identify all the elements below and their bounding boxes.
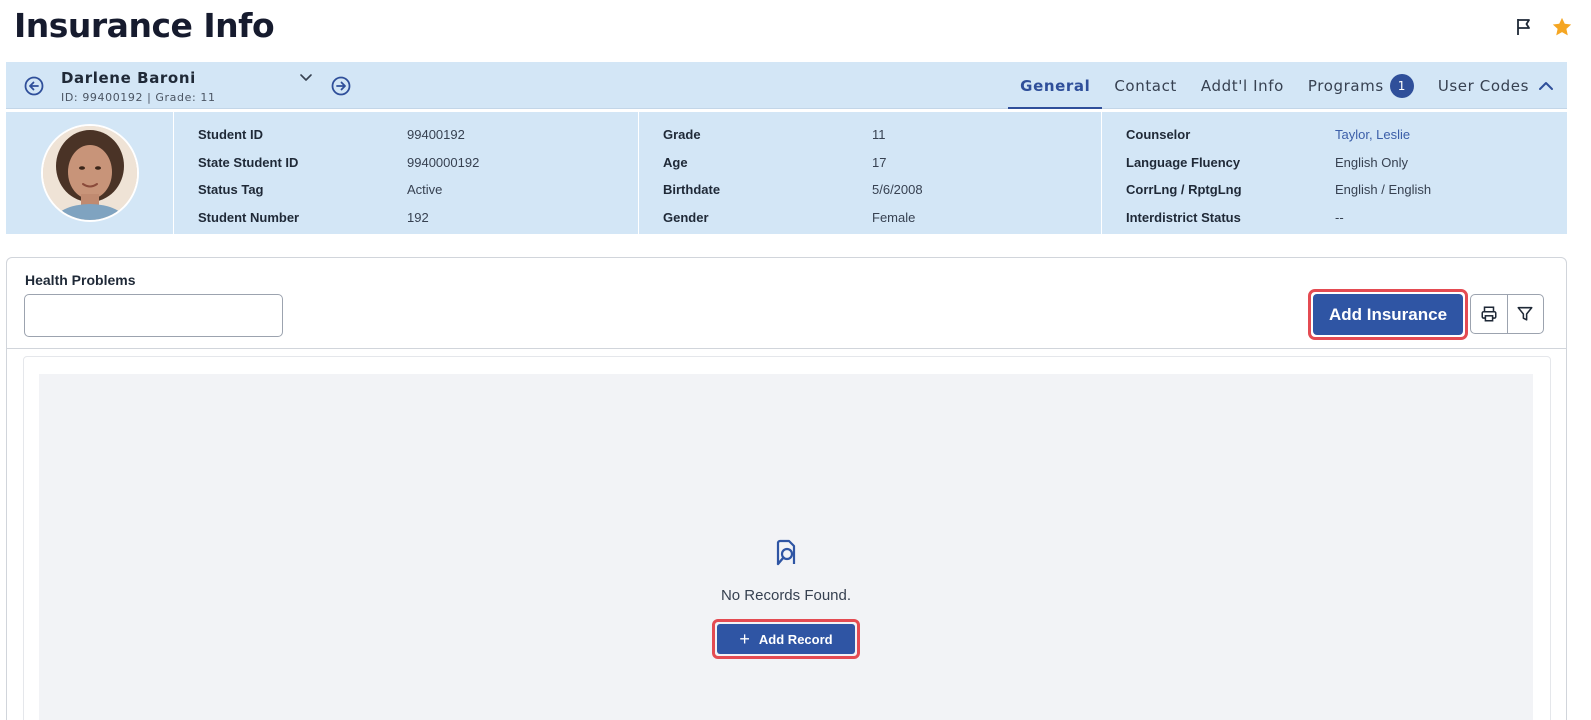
info-row: Gender Female	[663, 204, 1101, 232]
tab-general[interactable]: General	[1008, 62, 1103, 109]
chevron-up-icon[interactable]	[1537, 77, 1555, 95]
print-icon[interactable]	[1471, 295, 1508, 333]
tab-label: Addt'l Info	[1200, 76, 1284, 95]
info-row: Grade 11	[663, 121, 1101, 149]
student-meta: ID: 99400192 | Grade: 11	[61, 91, 216, 104]
empty-state: No Records Found. + Add Record	[39, 374, 1533, 720]
info-label: Status Tag	[198, 182, 264, 198]
info-value: English Only	[1335, 154, 1408, 170]
info-value: Female	[872, 209, 916, 225]
info-label: Language Fluency	[1126, 154, 1241, 170]
info-label: Grade	[663, 127, 701, 143]
add-record-highlight: + Add Record	[712, 619, 860, 659]
flag-icon[interactable]	[1513, 16, 1535, 38]
avatar	[40, 124, 139, 222]
info-row: Birthdate 5/6/2008	[663, 176, 1101, 204]
info-row: State Student ID 9940000192	[198, 149, 638, 177]
tab-label: User Codes	[1437, 76, 1529, 95]
info-column-1: Student ID 99400192 State Student ID 99400…	[174, 112, 639, 234]
page-title: Insurance Info	[14, 6, 275, 45]
tab-label: Programs	[1307, 76, 1384, 95]
no-records-message: No Records Found.	[720, 587, 852, 604]
info-label: Gender	[663, 209, 709, 225]
info-label: Age	[663, 154, 688, 170]
info-row: Status Tag Active	[198, 176, 638, 204]
tab-label: Contact	[1114, 76, 1177, 95]
toolbar-icon-group	[1470, 294, 1544, 334]
info-label: Birthdate	[663, 182, 721, 198]
info-label: Counselor	[1126, 127, 1191, 143]
info-value: English / English	[1335, 182, 1432, 198]
info-value: 11	[872, 127, 886, 143]
add-record-label: Add Record	[758, 631, 833, 647]
info-value: 99400192	[407, 127, 465, 143]
next-student-icon[interactable]	[331, 76, 351, 96]
no-records-search-icon	[772, 538, 800, 568]
info-label: Student ID	[198, 127, 263, 143]
counselor-link[interactable]: Taylor, Leslie	[1335, 127, 1410, 142]
info-row: Student Number 192	[198, 204, 638, 232]
info-value: Active	[407, 182, 443, 198]
photo-cell	[6, 112, 174, 234]
info-label: Student Number	[198, 209, 300, 225]
info-column-3: Counselor Taylor, Leslie Language Fluency…	[1102, 112, 1567, 234]
info-row: CorrLng / RptgLng English / English	[1126, 176, 1567, 204]
student-id-text: ID: 99400192	[61, 91, 144, 104]
info-value: 17	[872, 154, 887, 170]
star-icon[interactable]	[1551, 16, 1573, 38]
info-value: --	[1335, 209, 1344, 225]
previous-student-icon[interactable]	[24, 76, 44, 96]
info-row: Counselor Taylor, Leslie	[1126, 121, 1567, 149]
health-problems-input[interactable]	[24, 294, 283, 337]
student-bar: Darlene Baroni ID: 99400192 | Grade: 11 Ge…	[6, 62, 1567, 109]
chevron-down-icon[interactable]	[298, 71, 314, 85]
info-value: 5/6/2008	[872, 182, 923, 198]
plus-icon: +	[739, 629, 750, 649]
add-record-button[interactable]: + Add Record	[717, 624, 855, 654]
info-value: 9940000192	[407, 154, 480, 170]
add-insurance-button[interactable]: Add Insurance	[1313, 294, 1463, 335]
info-row: Student ID 99400192	[198, 121, 638, 149]
student-info-panel: Student ID 99400192 State Student ID 99400…	[6, 112, 1567, 234]
health-problems-label: Health Problems	[25, 272, 136, 288]
tab-addtl-info[interactable]: Addt'l Info	[1189, 62, 1296, 109]
info-column-2: Grade 11 Age 17 Birthdate 5/6/2008 Gender Fe…	[639, 112, 1102, 234]
info-label: CorrLng / RptgLng	[1126, 182, 1242, 198]
add-insurance-highlight: Add Insurance	[1308, 289, 1468, 340]
student-name: Darlene Baroni	[61, 69, 196, 87]
tab-programs[interactable]: Programs 1	[1296, 62, 1426, 109]
info-label: State Student ID	[198, 154, 299, 170]
student-tabs: General Contact Addt'l Info Programs 1 Us…	[1008, 62, 1567, 109]
info-label: Interdistrict Status	[1126, 209, 1241, 225]
filter-icon[interactable]	[1508, 295, 1544, 333]
info-value: 192	[407, 209, 429, 225]
section-divider	[7, 348, 1566, 349]
programs-count-badge: 1	[1389, 73, 1414, 98]
insurance-card: Health Problems Add Insurance No Records…	[6, 257, 1567, 720]
info-row: Language Fluency English Only	[1126, 149, 1567, 177]
info-row: Interdistrict Status --	[1126, 204, 1567, 232]
meta-separator: |	[147, 91, 152, 104]
tab-user-codes[interactable]: User Codes	[1426, 62, 1567, 109]
header-actions	[1513, 16, 1573, 38]
tab-contact[interactable]: Contact	[1102, 62, 1189, 109]
info-row: Age 17	[663, 149, 1101, 177]
tab-label: General	[1020, 76, 1091, 95]
student-grade-text: Grade: 11	[155, 91, 216, 104]
